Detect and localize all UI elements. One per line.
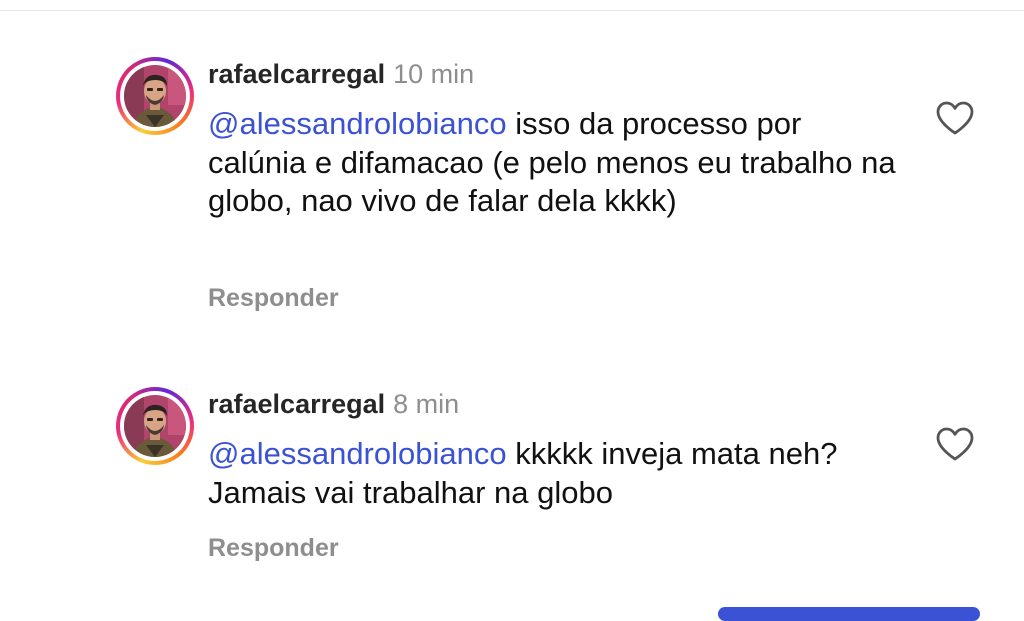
partial-button[interactable] (718, 607, 980, 621)
mention-link[interactable]: @alessandrolobianco (208, 436, 507, 471)
avatar[interactable] (116, 57, 194, 135)
heart-outline-icon[interactable] (935, 426, 975, 462)
mention-link[interactable]: @alessandrolobianco (208, 106, 507, 141)
comment-header: rafaelcarregal 8 min (208, 386, 459, 422)
avatar[interactable] (116, 387, 194, 465)
username[interactable]: rafaelcarregal (208, 389, 385, 419)
reply-button[interactable]: Responder (208, 534, 339, 563)
timestamp: 8 min (393, 389, 460, 419)
avatar-photo (124, 395, 186, 457)
reply-button[interactable]: Responder (208, 284, 339, 313)
heart-outline-icon[interactable] (935, 100, 975, 136)
timestamp: 10 min (393, 59, 475, 89)
username[interactable]: rafaelcarregal (208, 59, 385, 89)
comment-text: @alessandrolobianco kkkkk inveja mata ne… (208, 435, 898, 512)
top-divider (0, 10, 1024, 11)
avatar-photo (124, 65, 186, 127)
comment-header: rafaelcarregal 10 min (208, 56, 474, 92)
comment-text: @alessandrolobianco isso da processo por… (208, 105, 898, 221)
